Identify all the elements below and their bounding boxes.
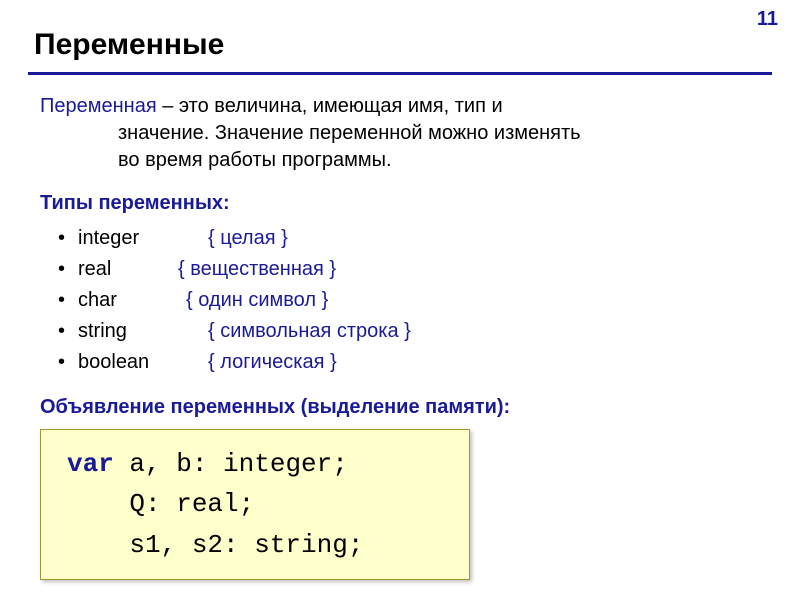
type-comment: { один символ } — [186, 287, 328, 314]
code-keyword: var — [67, 449, 114, 479]
list-item: • boolean { логическая } — [58, 349, 760, 376]
content-area: Переменная – это величина, имеющая имя, … — [0, 75, 800, 421]
type-comment: { целая } — [208, 225, 288, 252]
definition-block: Переменная – это величина, имеющая имя, … — [40, 93, 760, 174]
list-item: • integer { целая } — [58, 225, 760, 252]
code-block: var a, b: integer; Q: real; s1, s2: stri… — [40, 429, 470, 580]
bullet-icon: • — [58, 318, 78, 345]
type-comment: { логическая } — [208, 349, 337, 376]
type-comment: { символьная строка } — [208, 318, 411, 345]
code-line: var a, b: integer; — [67, 444, 449, 484]
code-line: Q: real; — [67, 484, 449, 524]
list-item: • real { вещественная } — [58, 256, 760, 283]
list-item: • char { один символ } — [58, 287, 760, 314]
types-heading: Типы переменных: — [40, 190, 760, 217]
type-list: • integer { целая } • real { вещественна… — [40, 225, 760, 376]
bullet-icon: • — [58, 287, 78, 314]
definition-line2: значение. Значение переменной можно изме… — [40, 120, 760, 147]
type-name: char — [78, 287, 186, 314]
type-name: integer — [78, 225, 208, 252]
slide-title: Переменные — [0, 0, 800, 72]
type-name: real — [78, 256, 178, 283]
type-name: boolean — [78, 349, 208, 376]
definition-line3: во время работы программы. — [40, 147, 760, 174]
code-text: s1, s2: string; — [67, 530, 363, 560]
bullet-icon: • — [58, 256, 78, 283]
bullet-icon: • — [58, 225, 78, 252]
code-text: Q: real; — [67, 489, 254, 519]
type-comment: { вещественная } — [178, 256, 336, 283]
declaration-heading: Объявление переменных (выделение памяти)… — [40, 394, 760, 421]
type-name: string — [78, 318, 208, 345]
bullet-icon: • — [58, 349, 78, 376]
definition-term: Переменная — [40, 95, 157, 117]
list-item: • string { символьная строка } — [58, 318, 760, 345]
codebox-wrap: var a, b: integer; Q: real; s1, s2: stri… — [0, 429, 800, 580]
definition-line1-rest: – это величина, имеющая имя, тип и — [157, 95, 503, 117]
page-number: 11 — [757, 8, 778, 31]
code-text: a, b: integer; — [114, 449, 348, 479]
code-line: s1, s2: string; — [67, 525, 449, 565]
